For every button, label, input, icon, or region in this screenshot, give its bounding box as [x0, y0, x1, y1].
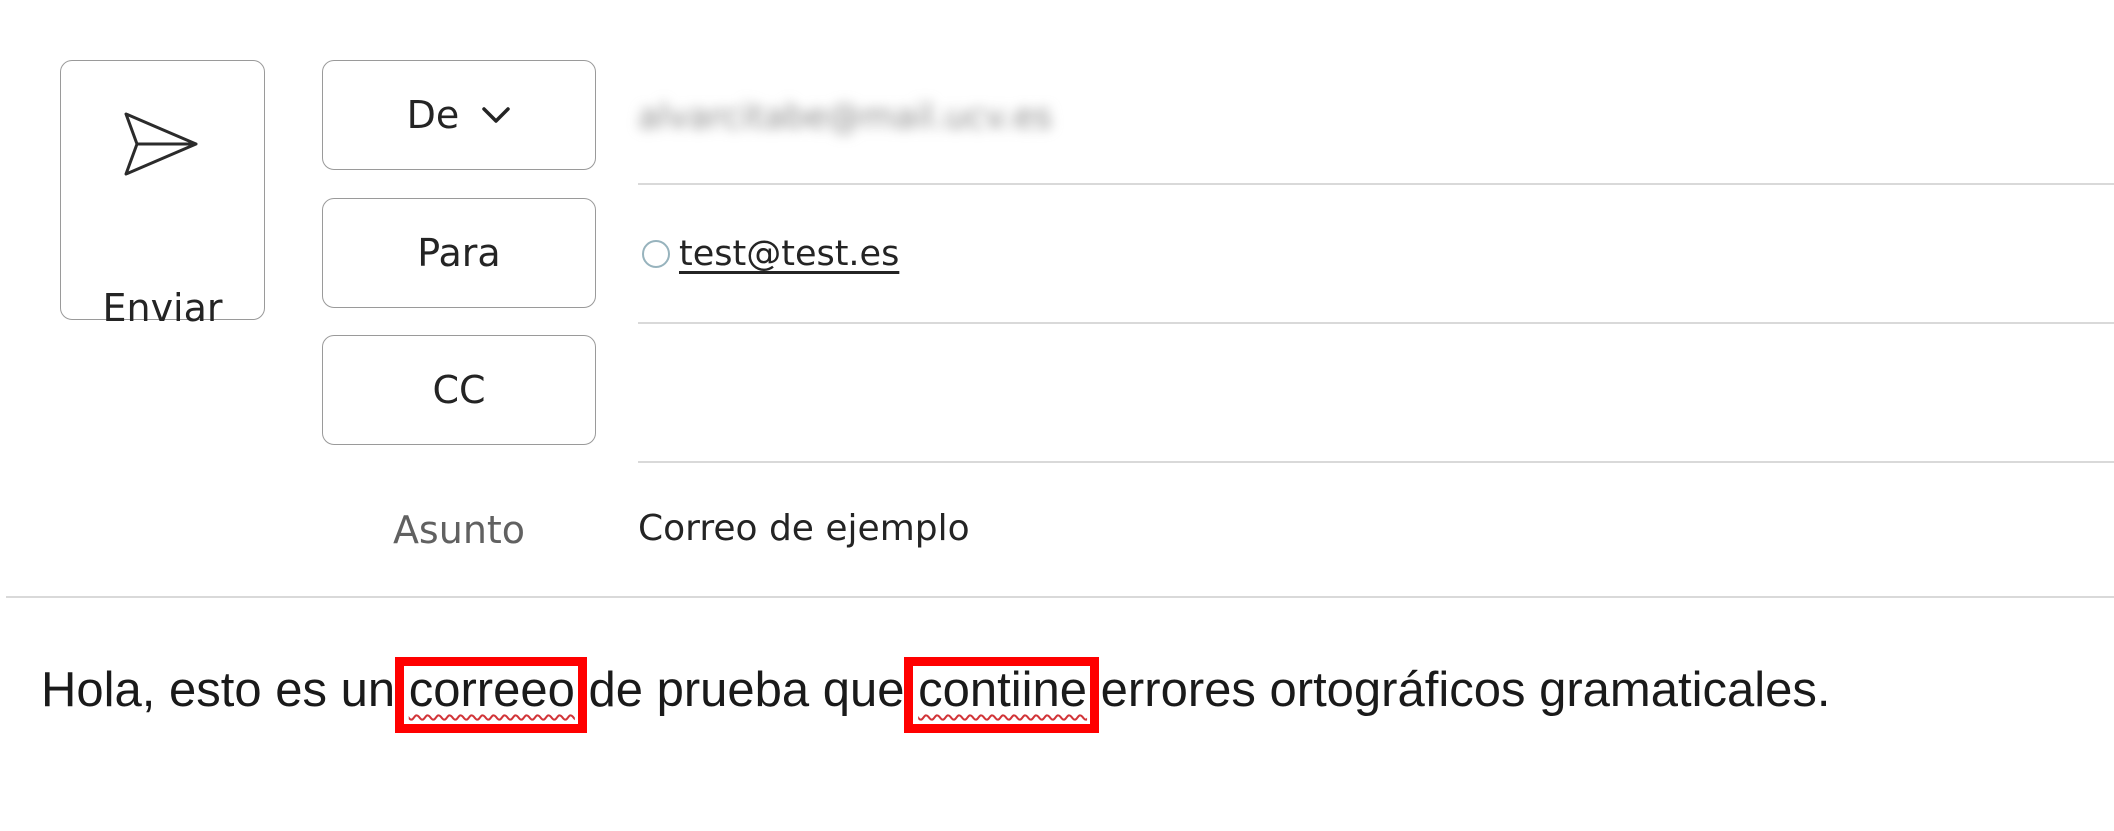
send-label: Enviar: [102, 286, 223, 330]
to-button[interactable]: Para: [322, 198, 596, 308]
misspelled-word[interactable]: correeo: [394, 657, 587, 733]
body-text-segment: de prueba que: [574, 663, 919, 717]
send-button[interactable]: Enviar: [60, 60, 265, 330]
divider: [638, 461, 2114, 463]
divider: [638, 183, 2114, 185]
body-text-segment: errores ortográficos gramaticales.: [1087, 663, 1831, 717]
from-label: De: [406, 93, 460, 137]
misspelled-word-text: correeo: [408, 663, 575, 717]
recipient-status-icon: [642, 240, 670, 268]
email-compose: Enviar De alvarcitabe@mail.ucv.es Para t…: [0, 0, 2114, 831]
from-address: alvarcitabe@mail.ucv.es: [638, 97, 1053, 137]
divider: [638, 322, 2114, 324]
send-icon: [124, 112, 198, 176]
cc-button[interactable]: CC: [322, 335, 596, 445]
subject-label: Asunto: [392, 508, 526, 552]
to-label: Para: [417, 231, 501, 275]
body-text-segment: Hola, esto es un: [41, 663, 409, 717]
divider: [6, 596, 2114, 598]
subject-input[interactable]: Correo de ejemplo: [638, 507, 970, 551]
misspelled-word[interactable]: contiine: [904, 657, 1100, 733]
cc-label: CC: [432, 368, 486, 412]
recipient-chip[interactable]: test@test.es: [638, 232, 899, 276]
chevron-down-icon: [482, 107, 511, 123]
recipient-email[interactable]: test@test.es: [679, 232, 899, 276]
misspelled-word-text: contiine: [918, 663, 1088, 717]
from-button[interactable]: De: [322, 60, 596, 170]
message-body[interactable]: Hola, esto es un correeo de prueba que c…: [41, 657, 1831, 733]
